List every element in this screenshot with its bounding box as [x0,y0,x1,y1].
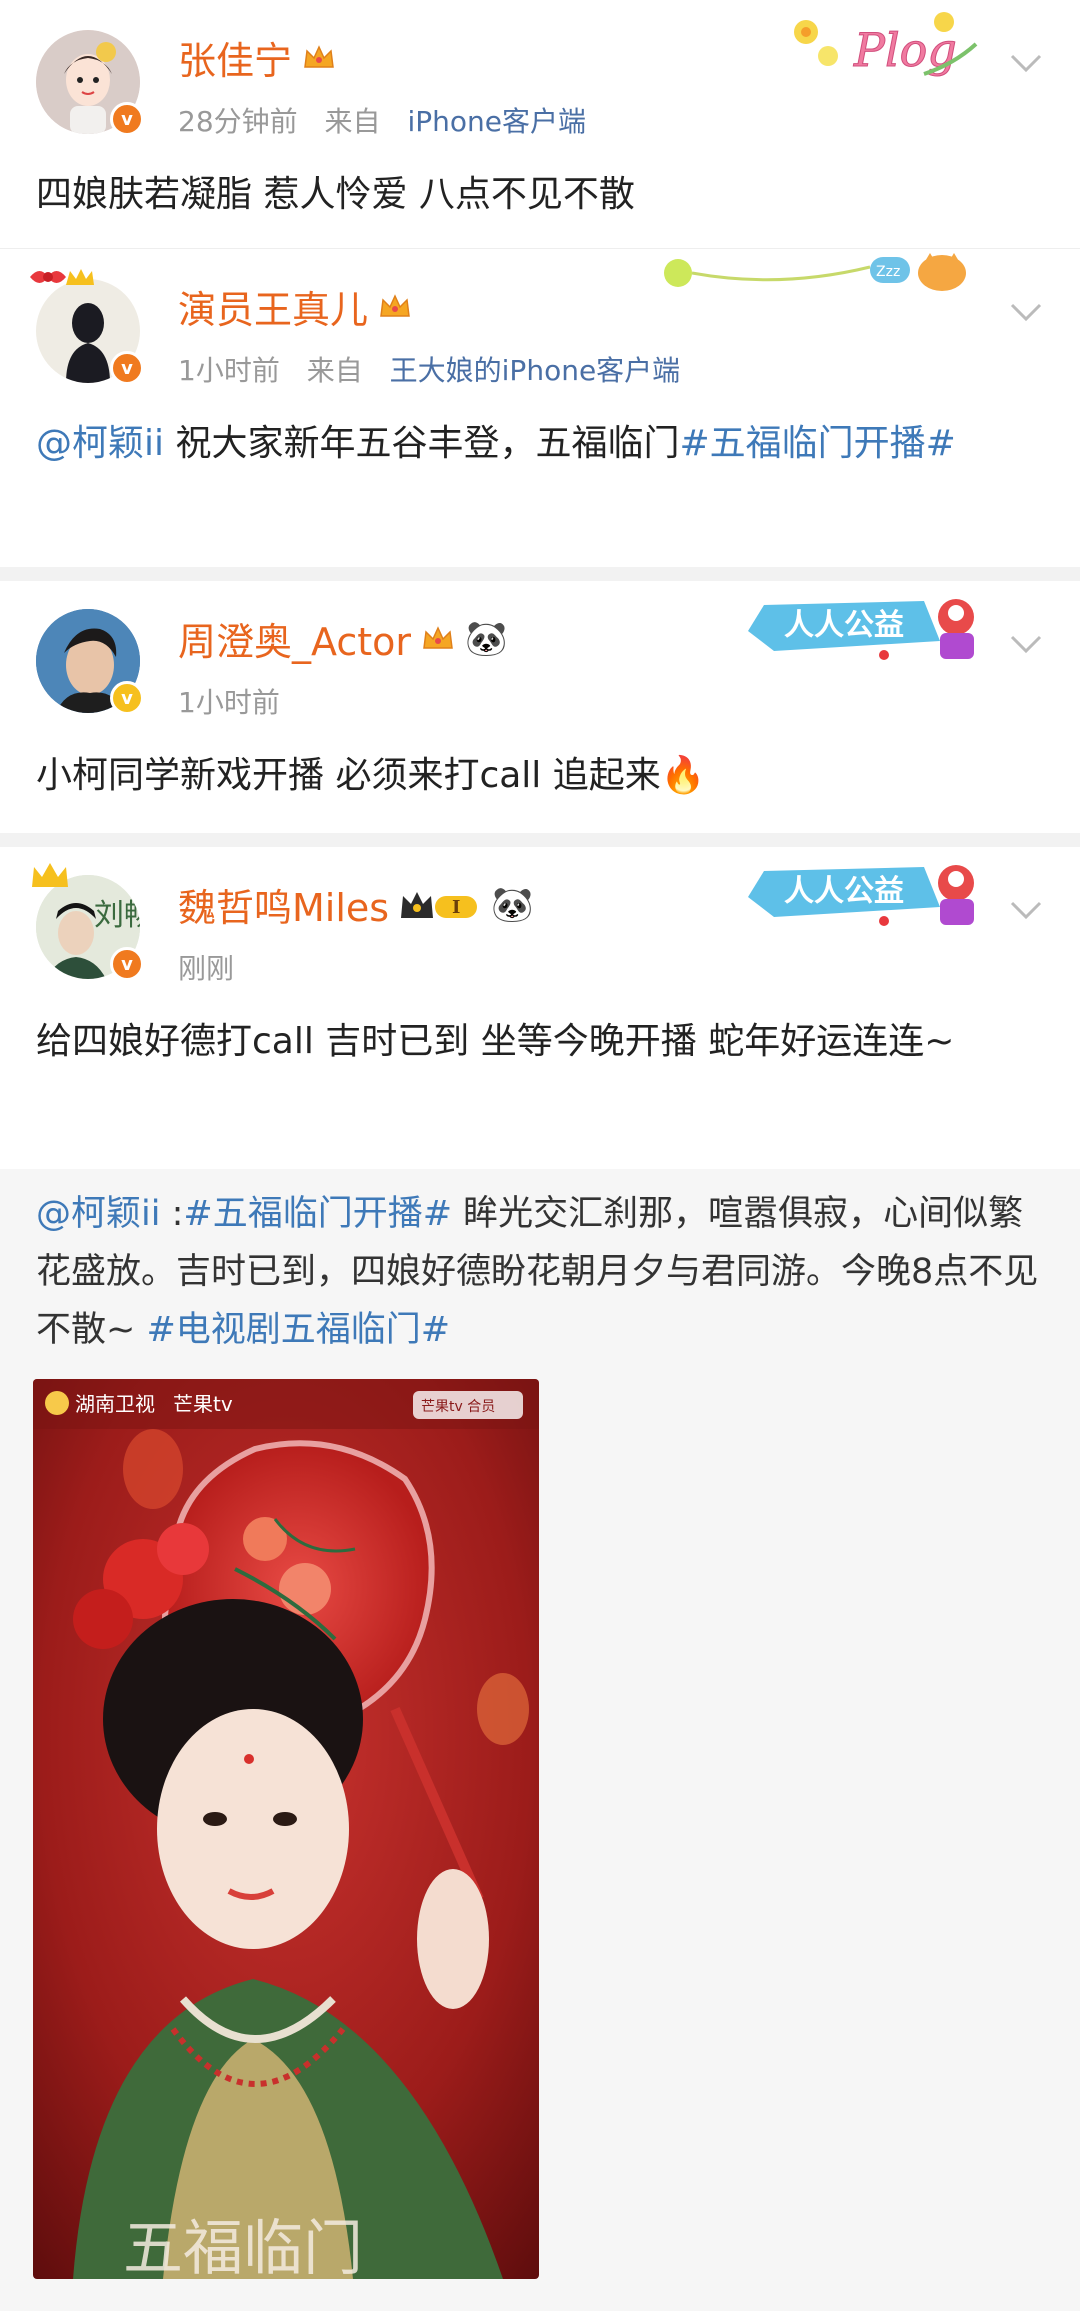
chevron-down-icon[interactable] [1008,293,1044,329]
post-meta: 28分钟前 来自 iPhone客户端 [178,100,604,140]
colon-text: : [160,1194,184,1234]
content-text: 祝大家新年五谷丰登，五福临门 [164,423,680,464]
crown-icon [380,293,410,317]
vip-level-badge: I [399,888,481,922]
post-header: v 演员王真儿 1小时前 来自 王大娘的iPhone客户端 Zzz [30,249,1044,389]
post-meta: 刚刚 [178,947,252,987]
charity-badge[interactable]: 人人公益 [744,591,984,663]
post-4: 刘畅 v 魏哲鸣Miles I 🐼 刚刚 人人公益 给四娘好德打call 吉时已… [0,847,1080,1169]
username-text[interactable]: 演员王真儿 [178,279,368,334]
post-time: 1小时前 [178,686,280,719]
bow-crown-icon [26,263,96,311]
username-text[interactable]: 魏哲鸣Miles [178,877,389,932]
sleeping-cat-decoration: Zzz [660,249,980,309]
svg-text:湖南卫视: 湖南卫视 [75,1392,155,1416]
post-header: v 周澄奥_Actor 🐼 1小时前 人人公益 [36,581,1044,721]
svg-text:刘畅: 刘畅 [94,898,140,933]
mention-link[interactable]: @柯颖ii [36,1194,160,1234]
username-text[interactable]: 张佳宁 [178,30,292,85]
svg-text:芒果tv: 芒果tv [173,1392,233,1416]
charity-badge[interactable]: 人人公益 [744,857,984,929]
post-source[interactable]: 王大娘的iPhone客户端 [390,354,681,387]
post-content: 小柯同学新戏开播 必须来打call 追起来🔥 [36,755,706,796]
from-label: 来自 [306,354,363,387]
section-gap [0,567,1080,581]
post-time: 28分钟前 [178,105,298,138]
crown-icon [423,625,453,649]
post-content: @柯颖ii 祝大家新年五谷丰登，五福临门#五福临门开播# [36,415,1044,473]
username[interactable]: 演员王真儿 [178,279,412,334]
poster-image[interactable]: 湖南卫视 芒果tv 芒果tv 合员 五福临门 [33,1379,539,2279]
svg-text:Zzz: Zzz [876,264,900,280]
avatar[interactable]: 刘畅 v [32,863,144,981]
crown-icon [304,44,334,68]
svg-text:人人公益: 人人公益 [784,874,904,909]
plog-decoration: Plog [784,4,984,90]
verified-badge-icon: v [110,351,144,385]
from-label: 来自 [324,105,381,138]
post-1: v 张佳宁 28分钟前 来自 iPhone客户端 Plog 四娘肤若凝脂 惹人怜… [0,0,1080,248]
post-3: v 周澄奥_Actor 🐼 1小时前 人人公益 小柯同学新戏开播 必须来打cal… [0,581,1080,833]
hashtag-link-2[interactable]: #电视剧五福临门# [146,1310,450,1350]
svg-text:I: I [452,897,460,918]
avatar[interactable]: v [36,30,144,136]
svg-text:芒果tv 合员: 芒果tv 合员 [421,1399,495,1415]
avatar[interactable]: v [36,609,144,715]
hashtag-link[interactable]: #五福临门开播# [679,423,955,464]
post-source[interactable]: iPhone客户端 [407,105,586,138]
panda-icon: 🐼 [491,884,534,925]
username-text[interactable]: 周澄奥_Actor [178,611,411,666]
avatar[interactable]: v [30,269,144,385]
section-gap [0,833,1080,847]
post-header: 刘畅 v 魏哲鸣Miles I 🐼 刚刚 人人公益 [32,847,1044,987]
crown-decoration-icon [30,861,70,899]
post-meta: 1小时前 来自 王大娘的iPhone客户端 [178,349,698,389]
verified-badge-icon: v [110,681,144,715]
chevron-down-icon[interactable] [1008,625,1044,661]
post-time: 刚刚 [178,952,235,985]
post-2: v 演员王真儿 1小时前 来自 王大娘的iPhone客户端 Zzz @柯颖ii … [0,249,1080,567]
username[interactable]: 张佳宁 [178,30,336,85]
post-content: 四娘肤若凝脂 惹人怜爱 八点不见不散 [36,174,635,215]
hashtag-link[interactable]: #五福临门开播# [183,1194,452,1234]
verified-badge-icon: v [110,947,144,981]
verified-badge-icon: v [110,102,144,136]
mention-link[interactable]: @柯颖ii [36,423,164,464]
repost-text: @柯颖ii :#五福临门开播# 眸光交汇刹那，喧嚣俱寂，心间似繁花盛放。吉时已到… [36,1185,1044,1359]
post-meta: 1小时前 [178,681,298,721]
post-time: 1小时前 [178,354,280,387]
chevron-down-icon[interactable] [1008,891,1044,927]
panda-icon: 🐼 [465,618,508,659]
reposted-content[interactable]: @柯颖ii :#五福临门开播# 眸光交汇刹那，喧嚣俱寂，心间似繁花盛放。吉时已到… [0,1169,1080,2311]
svg-text:五福临门: 五福临门 [123,2214,363,2279]
username[interactable]: 魏哲鸣Miles I 🐼 [178,877,533,932]
chevron-down-icon[interactable] [1008,44,1044,80]
username[interactable]: 周澄奥_Actor 🐼 [178,611,507,666]
post-content: 给四娘好德打call 吉时已到 坐等今晚开播 蛇年好运连连~ [36,1021,955,1062]
svg-text:人人公益: 人人公益 [784,608,904,643]
post-header: v 张佳宁 28分钟前 来自 iPhone客户端 Plog [36,0,1044,140]
